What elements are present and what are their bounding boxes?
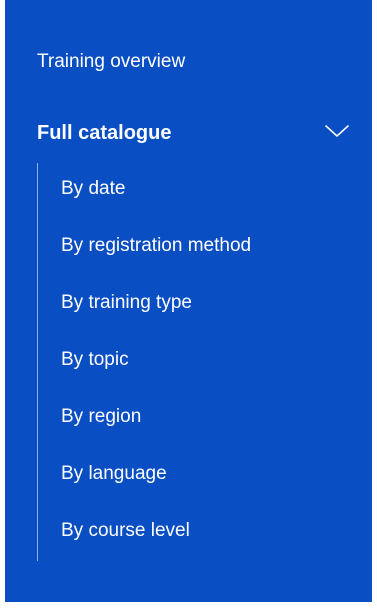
submenu-item-by-topic[interactable]: By topic [61,348,129,372]
submenu-item-by-region[interactable]: By region [61,405,141,429]
nav-link-training-overview[interactable]: Training overview [37,50,185,74]
catalogue-submenu: By date By registration method By traini… [37,163,358,561]
chevron-down-icon [325,125,349,137]
full-catalogue-toggle[interactable]: Full catalogue [37,118,350,150]
submenu-item-by-registration-method[interactable]: By registration method [61,234,251,258]
submenu-item-by-training-type[interactable]: By training type [61,291,192,315]
submenu-item-by-course-level[interactable]: By course level [61,519,190,543]
submenu-item-by-date[interactable]: By date [61,177,125,201]
side-navigation-panel: Training overview Full catalogue By date… [5,0,372,602]
submenu-item-by-language[interactable]: By language [61,462,167,486]
page: Training overview Full catalogue By date… [0,0,377,608]
section-title: Full catalogue [37,122,172,144]
